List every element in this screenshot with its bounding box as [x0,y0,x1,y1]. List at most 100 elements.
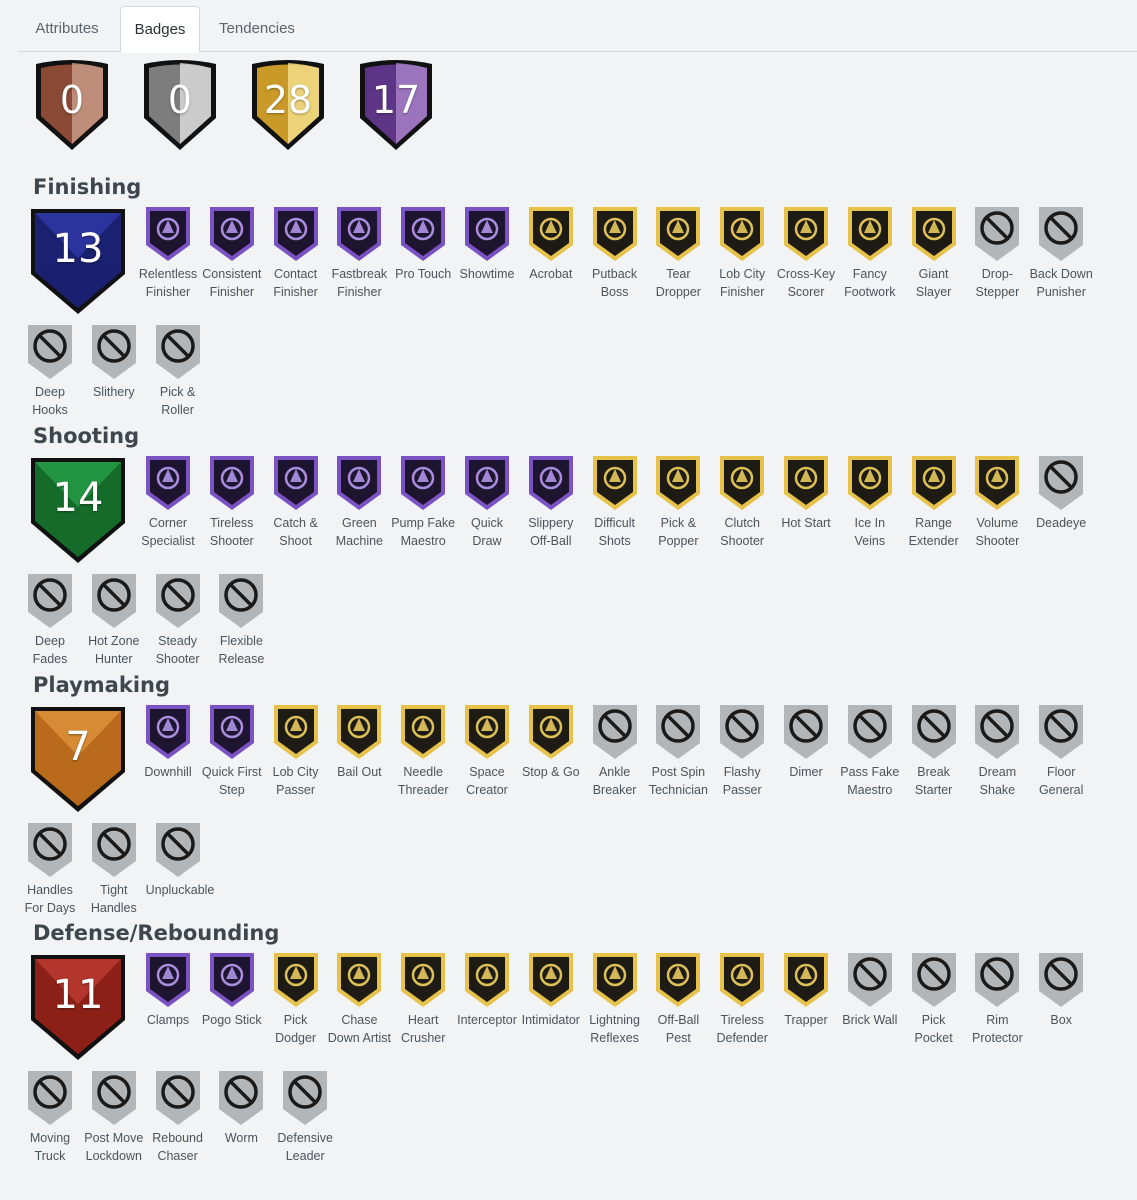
badge-volume-shooter[interactable]: Volume Shooter [965,454,1029,550]
badge-dimer[interactable]: Dimer [774,703,838,781]
battery-icon [208,454,256,512]
badge-off-ball-pest[interactable]: Off-Ball Pest [646,951,710,1047]
finishingsection-title: Finishing [33,175,142,199]
prohibited-icon [1037,951,1085,1009]
badge-green-machine[interactable]: Green Machine [327,454,391,550]
badge-bail-out[interactable]: Bail Out [327,703,391,781]
badge-relentless-finisher[interactable]: Relentless Finisher [136,205,200,301]
badge-pick-pocket[interactable]: Pick Pocket [902,951,966,1047]
prohibited-icon [846,703,894,761]
badge-flexible-release[interactable]: Flexible Release [209,572,273,668]
badge-pick-dodger[interactable]: Pick Dodger [264,951,328,1047]
playbook-icon [463,454,511,512]
badge-downhill[interactable]: Downhill [136,703,200,781]
badge-dream-shake[interactable]: Dream Shake [965,703,1029,799]
badge-box[interactable]: Box [1029,951,1093,1029]
badge-fancy-footwork[interactable]: Fancy Footwork [838,205,902,301]
badge-heart-crusher[interactable]: Heart Crusher [391,951,455,1047]
badge-space-creator[interactable]: Space Creator [455,703,519,799]
badge-floor-general[interactable]: Floor General [1029,703,1093,799]
badge-flashy-passer[interactable]: Flashy Passer [710,703,774,799]
badge-slippery-off-ball[interactable]: Slippery Off-Ball [519,454,583,550]
prohibited-icon [1037,454,1085,512]
badge-lob-city-finisher[interactable]: Lob City Finisher [710,205,774,301]
badge-lightning-reflexes[interactable]: Lightning Reflexes [583,951,647,1047]
badge-pick-popper[interactable]: Pick & Popper [646,454,710,550]
badge-ankle-breaker[interactable]: Ankle Breaker [583,703,647,799]
badge-drop-stepper[interactable]: Drop-Stepper [965,205,1029,301]
badge-fastbreak-finisher[interactable]: Fastbreak Finisher [327,205,391,301]
badge-label: Pick & Roller [159,385,196,417]
badge-intimidator[interactable]: Intimidator [519,951,583,1029]
badge-quick-first-step[interactable]: Quick First Step [200,703,264,799]
badge-putback-boss[interactable]: Putback Boss [583,205,647,301]
badge-showtime[interactable]: Showtime [455,205,519,283]
badge-pick-roller[interactable]: Pick & Roller [146,323,210,419]
badge-cross-key-scorer[interactable]: Cross-Key Scorer [774,205,838,301]
badge-clamps[interactable]: Clamps [136,951,200,1029]
badge-break-starter[interactable]: Break Starter [902,703,966,799]
badge-brick-wall[interactable]: Brick Wall [838,951,902,1029]
badge-post-spin-technician[interactable]: Post Spin Technician [646,703,710,799]
badge-difficult-shots[interactable]: Difficult Shots [583,454,647,550]
badge-tight-handles[interactable]: Tight Handles [82,821,146,917]
badge-quick-draw[interactable]: Quick Draw [455,454,519,550]
acrobat-icon [527,205,575,263]
badge-label: Worm [224,1131,258,1145]
badge-deep-fades[interactable]: Deep Fades [18,572,82,668]
badge-trapper[interactable]: Trapper [774,951,838,1029]
robot-icon [335,454,383,512]
badge-chase-down-artist[interactable]: Chase Down Artist [327,951,391,1047]
badge-hot-zone-hunter[interactable]: Hot Zone Hunter [82,572,146,668]
badge-label: Downhill [144,765,192,779]
badge-clutch-shooter[interactable]: Clutch Shooter [710,454,774,550]
badge-label: Slithery [92,385,135,399]
badge-pass-fake-maestro[interactable]: Pass Fake Maestro [838,703,902,799]
badge-giant-slayer[interactable]: Giant Slayer [902,205,966,301]
tape-measure-icon [910,454,958,512]
badge-label: Lob City Finisher [719,267,766,299]
badge-label: Pro Touch [395,267,452,281]
badge-interceptor[interactable]: Interceptor [455,951,519,1029]
badge-label: Steady Shooter [155,634,200,666]
badge-label: Deadeye [1036,516,1087,530]
badge-pro-touch[interactable]: Pro Touch [391,205,455,283]
badge-pogo-stick[interactable]: Pogo Stick [200,951,264,1029]
badge-catch-shoot[interactable]: Catch & Shoot [264,454,328,550]
badge-stop-go[interactable]: Stop & Go [519,703,583,781]
badge-post-move-lockdown[interactable]: Post Move Lockdown [82,1069,146,1165]
tab-tendencies[interactable]: Tendencies [206,6,308,52]
badge-label: Moving Truck [29,1131,71,1163]
tab-badges[interactable]: Badges [120,6,200,53]
speed-ball-icon [335,205,383,263]
badge-contact-finisher[interactable]: Contact Finisher [264,205,328,301]
badge-label: Clutch Shooter [720,516,765,548]
badge-rim-protector[interactable]: Rim Protector [965,951,1029,1047]
tab-attributes[interactable]: Attributes [18,6,116,52]
badge-lob-city-passer[interactable]: Lob City Passer [264,703,328,799]
badge-tireless-defender[interactable]: Tireless Defender [710,951,774,1047]
badge-unpluckable[interactable]: Unpluckable [146,821,214,899]
badge-label: Pick Pocket [914,1013,953,1045]
badge-tireless-shooter[interactable]: Tireless Shooter [200,454,264,550]
badge-worm[interactable]: Worm [209,1069,273,1147]
badge-range-extender[interactable]: Range Extender [902,454,966,550]
badge-tear-dropper[interactable]: Tear Dropper [646,205,710,301]
prohibited-icon [154,821,202,879]
badge-pump-fake-maestro[interactable]: Pump Fake Maestro [391,454,455,550]
badge-back-down-punisher[interactable]: Back Down Punisher [1029,205,1093,301]
badge-deadeye[interactable]: Deadeye [1029,454,1093,532]
badge-ice-in-veins[interactable]: Ice In Veins [838,454,902,550]
badge-acrobat[interactable]: Acrobat [519,205,583,283]
badge-corner-specialist[interactable]: Corner Specialist [136,454,200,550]
badge-defensive-leader[interactable]: Defensive Leader [273,1069,337,1165]
badge-steady-shooter[interactable]: Steady Shooter [146,572,210,668]
badge-deep-hooks[interactable]: Deep Hooks [18,323,82,419]
badge-handles-for-days[interactable]: Handles For Days [18,821,82,917]
badge-hot-start[interactable]: Hot Start [774,454,838,532]
badge-rebound-chaser[interactable]: Rebound Chaser [146,1069,210,1165]
badge-needle-threader[interactable]: Needle Threader [391,703,455,799]
badge-consistent-finisher[interactable]: Consistent Finisher [200,205,264,301]
badge-moving-truck[interactable]: Moving Truck [18,1069,82,1165]
badge-slithery[interactable]: Slithery [82,323,146,401]
